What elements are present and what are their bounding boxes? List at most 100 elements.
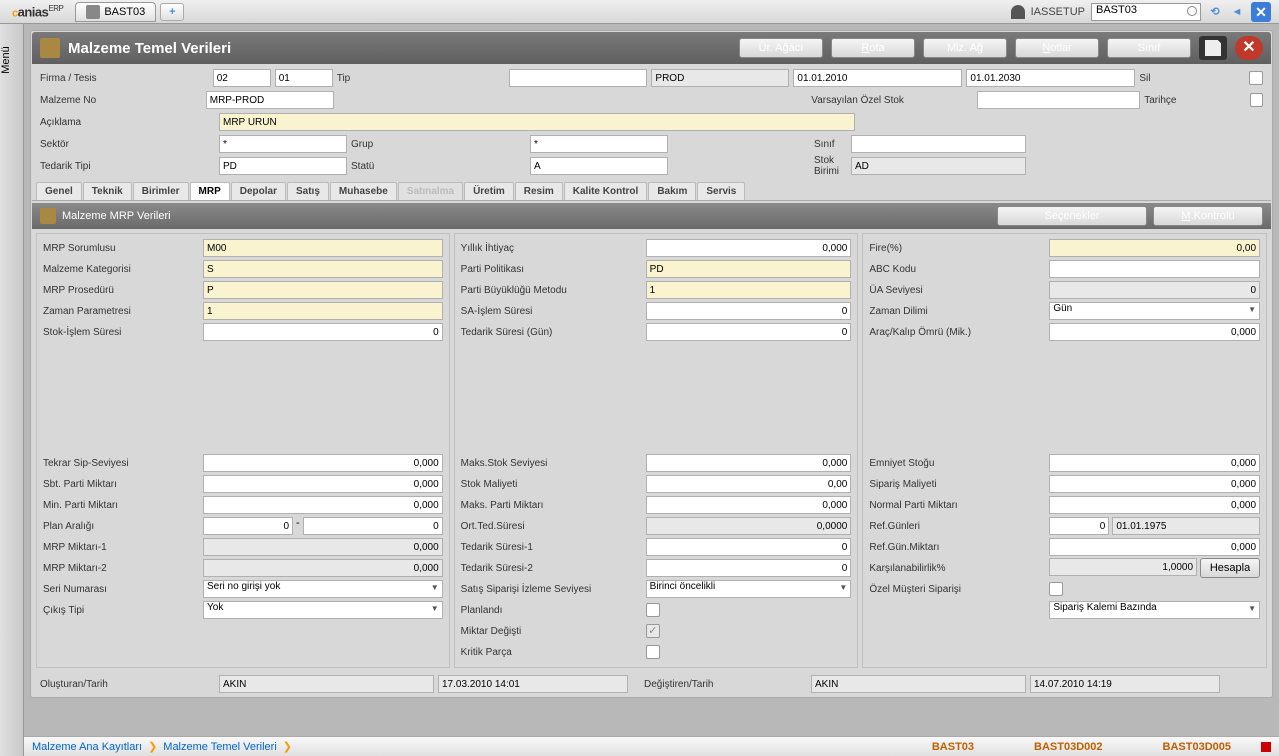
satis-siparisi-select[interactable]: Birinci öncelikli <box>646 580 852 598</box>
arac-kalip-input[interactable] <box>1049 323 1260 341</box>
parti-politikasi-input[interactable] <box>646 260 852 278</box>
grup-input[interactable] <box>530 135 668 153</box>
tesis-input[interactable] <box>275 69 333 87</box>
mrp-sorumlusu-input[interactable] <box>203 239 443 257</box>
ozel-musteri-checkbox[interactable] <box>1049 582 1063 596</box>
plan-araligi-2-input[interactable] <box>303 517 443 535</box>
tab-birimler[interactable]: Birimler <box>133 182 189 200</box>
zaman-parametresi-input[interactable] <box>203 302 443 320</box>
mrp-proseduru-input[interactable] <box>203 281 443 299</box>
maks-parti-input[interactable] <box>646 496 852 514</box>
emniyet-stogu-input[interactable] <box>1049 454 1260 472</box>
stok-islem-input[interactable] <box>203 323 443 341</box>
varsayilan-input[interactable] <box>977 91 1140 109</box>
rota-button[interactable]: Rota <box>831 38 915 58</box>
ur-agaci-button[interactable]: Ür. Ağacı <box>739 38 823 58</box>
tip-input[interactable] <box>509 69 647 87</box>
sub-header: Malzeme MRP Verileri Seçenekler M.Kontro… <box>32 203 1271 229</box>
status-code-2: BAST03D002 <box>1034 741 1102 753</box>
app-tab[interactable]: BAST03 <box>75 2 156 22</box>
tarihce-checkbox[interactable] <box>1250 93 1263 107</box>
tab-servis[interactable]: Servis <box>697 182 745 200</box>
normal-parti-input[interactable] <box>1049 496 1260 514</box>
notlar-button[interactable]: Notlar <box>1015 38 1099 58</box>
tekrar-sip-input[interactable] <box>203 454 443 472</box>
ref-gunleri-date-display <box>1112 517 1260 535</box>
side-menu[interactable]: Menü <box>0 24 24 756</box>
seri-numarasi-label: Seri Numarası <box>43 584 203 595</box>
tab-kalite[interactable]: Kalite Kontrol <box>564 182 648 200</box>
tedarik-suresi-1-input[interactable] <box>646 538 852 556</box>
fire-input[interactable] <box>1049 239 1260 257</box>
arac-kalip-label: Araç/Kalıp Ömrü (Mik.) <box>869 327 1049 338</box>
parti-politikasi-label: Parti Politikası <box>461 264 646 275</box>
malzeme-kategorisi-input[interactable] <box>203 260 443 278</box>
breadcrumb-2[interactable]: Malzeme Temel Verileri <box>163 741 277 753</box>
mlz-ag-button[interactable]: Mlz. Ağ <box>923 38 1007 58</box>
status-bar: Malzeme Ana Kayıtları ❯ Malzeme Temel Ve… <box>24 736 1279 756</box>
sinif-button[interactable]: Sınıf <box>1107 38 1191 58</box>
stok-birimi-display <box>851 157 1026 175</box>
min-parti-input[interactable] <box>203 496 443 514</box>
tab-teknik[interactable]: Teknik <box>83 182 132 200</box>
tab-satis[interactable]: Satış <box>287 182 329 200</box>
aciklama-label: Açıklama <box>40 117 215 128</box>
olusturan-label: Oluşturan/Tarih <box>40 679 215 690</box>
tedarik-suresi-input[interactable] <box>646 323 852 341</box>
stok-maliyeti-input[interactable] <box>646 475 852 493</box>
tab-uretim[interactable]: Üretim <box>464 182 514 200</box>
abc-kodu-input[interactable] <box>1049 260 1260 278</box>
tab-satinalma: Satınalma <box>398 182 463 200</box>
sil-checkbox[interactable] <box>1249 71 1263 85</box>
tab-mrp[interactable]: MRP <box>190 182 230 200</box>
tab-muhasebe[interactable]: Muhasebe <box>330 182 397 200</box>
sinif-input[interactable] <box>851 135 1026 153</box>
malzeme-no-input[interactable] <box>206 91 334 109</box>
tab-genel[interactable]: Genel <box>36 182 82 200</box>
sa-islem-input[interactable] <box>646 302 852 320</box>
firma-tesis-label: Firma / Tesis <box>40 73 209 84</box>
fire-label: Fire(%) <box>869 243 1049 254</box>
seri-numarasi-select[interactable]: Seri no girişi yok <box>203 580 443 598</box>
date-from-input[interactable] <box>793 69 962 87</box>
statu-input[interactable] <box>530 157 668 175</box>
save-button[interactable] <box>1199 36 1227 60</box>
aciklama-input[interactable] <box>219 113 855 131</box>
back-icon[interactable]: ◄ <box>1229 4 1245 20</box>
tedarik-suresi-2-input[interactable] <box>646 559 852 577</box>
siparis-kalemi-select[interactable]: Sipariş Kalemi Bazında <box>1049 601 1260 619</box>
secenekler-button[interactable]: Seçenekler <box>997 206 1147 226</box>
sektor-input[interactable] <box>219 135 347 153</box>
col-2: Yıllık İhtiyaç Parti Politikası Parti Bü… <box>454 233 859 668</box>
ua-seviyesi-label: ÜA Seviyesi <box>869 285 1049 296</box>
cikis-tipi-select[interactable]: Yok <box>203 601 443 619</box>
firma-input[interactable] <box>213 69 271 87</box>
hesapla-button[interactable]: Hesapla <box>1200 558 1260 578</box>
ref-gunleri-input[interactable] <box>1049 517 1109 535</box>
ref-gun-miktari-input[interactable] <box>1049 538 1260 556</box>
refresh-icon[interactable]: ⟲ <box>1207 4 1223 20</box>
planlandi-checkbox[interactable] <box>646 603 660 617</box>
mrp-miktari-1-display <box>203 538 443 556</box>
kritik-parca-checkbox[interactable] <box>646 645 660 659</box>
siparis-maliyeti-input[interactable] <box>1049 475 1260 493</box>
tab-resim[interactable]: Resim <box>515 182 563 200</box>
zaman-dilimi-select[interactable]: Gün <box>1049 302 1260 320</box>
date-to-input[interactable] <box>966 69 1135 87</box>
plan-araligi-1-input[interactable] <box>203 517 293 535</box>
tab-bakim[interactable]: Bakım <box>648 182 696 200</box>
breadcrumb-1[interactable]: Malzeme Ana Kayıtları <box>32 741 142 753</box>
user-icon <box>1011 5 1025 19</box>
emniyet-stogu-label: Emniyet Stoğu <box>869 458 1049 469</box>
parti-buyuklugu-input[interactable] <box>646 281 852 299</box>
mkontrolu-button[interactable]: M.Kontrolü <box>1153 206 1263 226</box>
yillik-ihtiyac-input[interactable] <box>646 239 852 257</box>
panel-close-button[interactable]: ✕ <box>1235 36 1263 60</box>
tab-depolar[interactable]: Depolar <box>231 182 286 200</box>
global-search-input[interactable]: BAST03 <box>1091 3 1201 21</box>
tedarik-tipi-input[interactable] <box>219 157 347 175</box>
app-close-button[interactable]: ✕ <box>1251 2 1271 22</box>
maks-stok-input[interactable] <box>646 454 852 472</box>
sbt-parti-input[interactable] <box>203 475 443 493</box>
new-tab-button[interactable]: + <box>160 3 184 21</box>
